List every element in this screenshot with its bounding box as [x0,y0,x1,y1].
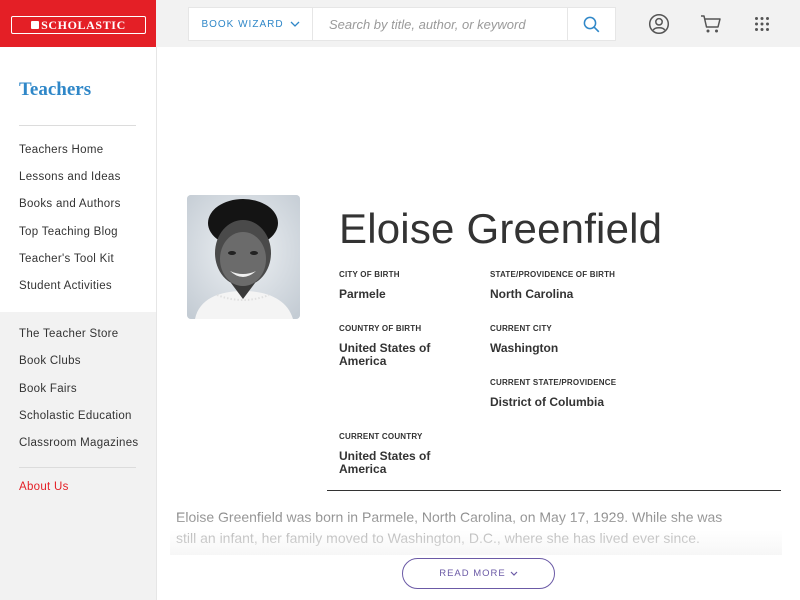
sidebar-item-book-fairs[interactable]: Book Fairs [19,383,77,395]
sidebar-primary-section: Teachers Teachers Home Lessons and Ideas… [0,47,156,312]
scholastic-logo[interactable]: SCHOLASTIC [0,0,156,47]
user-account-icon [648,13,670,35]
state-of-birth-value: North Carolina [490,287,574,301]
cart-button[interactable] [699,12,723,36]
current-city-label: CURRENT CITY [490,324,552,333]
shopping-cart-icon [701,15,721,33]
search-button[interactable] [567,8,615,40]
current-country-value: United States of America [339,449,431,476]
sidebar-item-student-activities[interactable]: Student Activities [19,280,112,292]
sidebar-item-classroom-magazines[interactable]: Classroom Magazines [19,437,138,449]
current-state-value: District of Columbia [490,395,605,409]
teachers-sidebar: Teachers Teachers Home Lessons and Ideas… [0,47,156,600]
sidebar-title[interactable]: Teachers [19,79,91,101]
current-city-value: Washington [490,341,559,355]
city-of-birth-label: CITY OF BIRTH [339,270,400,279]
sidebar-item-scholastic-education[interactable]: Scholastic Education [19,410,132,422]
sidebar-item-teachers-tool-kit[interactable]: Teacher's Tool Kit [19,253,114,265]
book-wizard-dropdown[interactable]: BOOK WIZARD [189,8,313,40]
logo-wordmark: SCHOLASTIC [11,16,146,34]
sidebar-item-teacher-store[interactable]: The Teacher Store [19,328,119,340]
search-bar: BOOK WIZARD [188,7,616,41]
state-of-birth-label: STATE/PROVIDENCE OF BIRTH [490,270,616,279]
read-more-label: READ MORE [439,568,506,579]
main-content-border [156,47,157,600]
site-header: SCHOLASTIC BOOK WIZARD [0,0,800,47]
read-more-button[interactable]: READ MORE [402,558,555,589]
sidebar-item-book-clubs[interactable]: Book Clubs [19,355,81,367]
chevron-down-icon [510,571,518,576]
logo-text: SCHOLASTIC [41,17,126,32]
current-country-label: CURRENT COUNTRY [339,432,423,441]
sidebar-item-books-authors[interactable]: Books and Authors [19,198,121,210]
sidebar-item-lessons-ideas[interactable]: Lessons and Ideas [19,171,121,183]
account-button[interactable] [647,12,671,36]
country-of-birth-value: United States of America [339,341,431,368]
current-state-label: CURRENT STATE/PROVIDENCE [490,378,617,387]
lamp-icon [31,21,40,29]
author-photo [187,195,300,319]
author-bio: Eloise Greenfield was born in Parmele, N… [176,509,723,546]
apps-grid-icon [755,17,769,31]
book-wizard-label: BOOK WIZARD [201,18,284,30]
author-name: Eloise Greenfield [339,205,663,252]
apps-menu-button[interactable] [750,12,774,36]
sidebar-item-top-teaching-blog[interactable]: Top Teaching Blog [19,226,118,238]
country-of-birth-label: COUNTRY OF BIRTH [339,324,422,333]
sidebar-item-about-us[interactable]: About Us [19,481,69,493]
sidebar-divider [19,125,136,126]
city-of-birth-value: Parmele [339,287,386,301]
search-icon [583,16,600,32]
bio-divider [327,490,781,491]
sidebar-secondary-section: The Teacher Store Book Clubs Book Fairs … [0,312,156,600]
sidebar-divider [19,467,136,468]
chevron-down-icon [290,21,300,27]
sidebar-item-teachers-home[interactable]: Teachers Home [19,144,103,156]
search-input[interactable] [313,8,567,40]
